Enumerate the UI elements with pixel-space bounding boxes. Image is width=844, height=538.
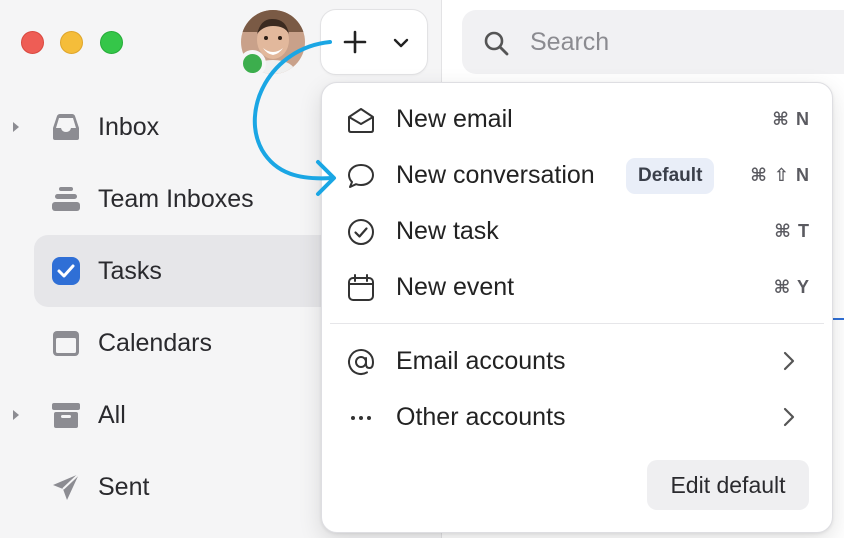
menu-item-new-conversation[interactable]: New conversation Default ⌘ ⇧ N <box>330 149 824 201</box>
menu-item-label: New conversation <box>396 161 595 189</box>
sidebar-item-label: Tasks <box>98 256 162 285</box>
check-circle-icon <box>348 219 374 245</box>
keyboard-shortcut: ⌘ Y <box>773 277 810 297</box>
chevron-down-icon[interactable] <box>392 34 410 52</box>
menu-item-other-accounts[interactable]: Other accounts <box>330 391 824 443</box>
chevron-right-icon <box>783 351 795 371</box>
edit-default-button[interactable]: Edit default <box>647 460 809 510</box>
sidebar-item-label: Calendars <box>98 328 212 357</box>
menu-item-new-event[interactable]: New event ⌘ Y <box>330 261 824 313</box>
ellipsis-icon <box>351 416 371 420</box>
content-link-fragment[interactable] <box>832 298 844 320</box>
compose-button[interactable] <box>320 9 428 75</box>
inbox-icon <box>50 111 82 143</box>
menu-item-new-email[interactable]: New email ⌘ N <box>330 93 824 145</box>
keyboard-shortcut: ⌘ T <box>774 221 810 241</box>
window-zoom-button[interactable] <box>100 31 123 54</box>
menu-item-label: New task <box>396 217 499 245</box>
sidebar-item-tasks[interactable]: Tasks <box>34 235 354 307</box>
window-minimize-button[interactable] <box>60 31 83 54</box>
menu-item-label: Other accounts <box>396 403 566 431</box>
sidebar-item-all[interactable]: All <box>13 379 354 451</box>
calendar-icon <box>348 274 374 301</box>
menu-item-new-task[interactable]: New task ⌘ T <box>330 205 824 257</box>
search-input[interactable]: Search <box>462 10 844 74</box>
at-sign-icon <box>348 349 375 375</box>
compose-dropdown-menu: New email ⌘ N New conversation Default ⌘… <box>321 82 833 533</box>
menu-item-label: New event <box>396 273 515 301</box>
checkbox-icon <box>50 255 82 287</box>
stack-icon <box>50 183 82 215</box>
sidebar-item-label: All <box>98 400 126 429</box>
menu-item-label: New email <box>396 105 513 133</box>
sidebar-item-inbox[interactable]: Inbox <box>13 91 354 163</box>
sidebar-item-calendars[interactable]: Calendars <box>34 307 354 379</box>
archive-icon <box>50 399 82 431</box>
menu-divider <box>330 323 824 324</box>
sidebar-item-label: Inbox <box>98 112 160 141</box>
expand-caret-icon[interactable] <box>10 409 22 421</box>
window-close-button[interactable] <box>21 31 44 54</box>
sidebar-item-label: Sent <box>98 472 150 501</box>
search-placeholder: Search <box>530 28 610 56</box>
presence-indicator <box>239 50 266 77</box>
chevron-right-icon <box>783 407 795 427</box>
search-icon <box>484 31 509 56</box>
expand-caret-icon[interactable] <box>10 121 22 133</box>
sidebar-item-label: Team Inboxes <box>98 184 254 213</box>
menu-item-email-accounts[interactable]: Email accounts <box>330 335 824 387</box>
sidebar-item-team-inboxes[interactable]: Team Inboxes <box>34 163 354 235</box>
speech-bubble-icon <box>348 164 374 188</box>
calendar-icon <box>50 327 82 359</box>
plus-icon <box>343 30 367 54</box>
menu-item-label: Email accounts <box>396 347 566 375</box>
keyboard-shortcut: ⌘ N <box>772 109 810 129</box>
keyboard-shortcut: ⌘ ⇧ N <box>750 165 810 185</box>
default-badge: Default <box>626 158 715 194</box>
sidebar-item-sent[interactable]: Sent <box>34 451 354 523</box>
envelope-open-icon <box>348 108 374 133</box>
send-icon <box>50 471 82 503</box>
